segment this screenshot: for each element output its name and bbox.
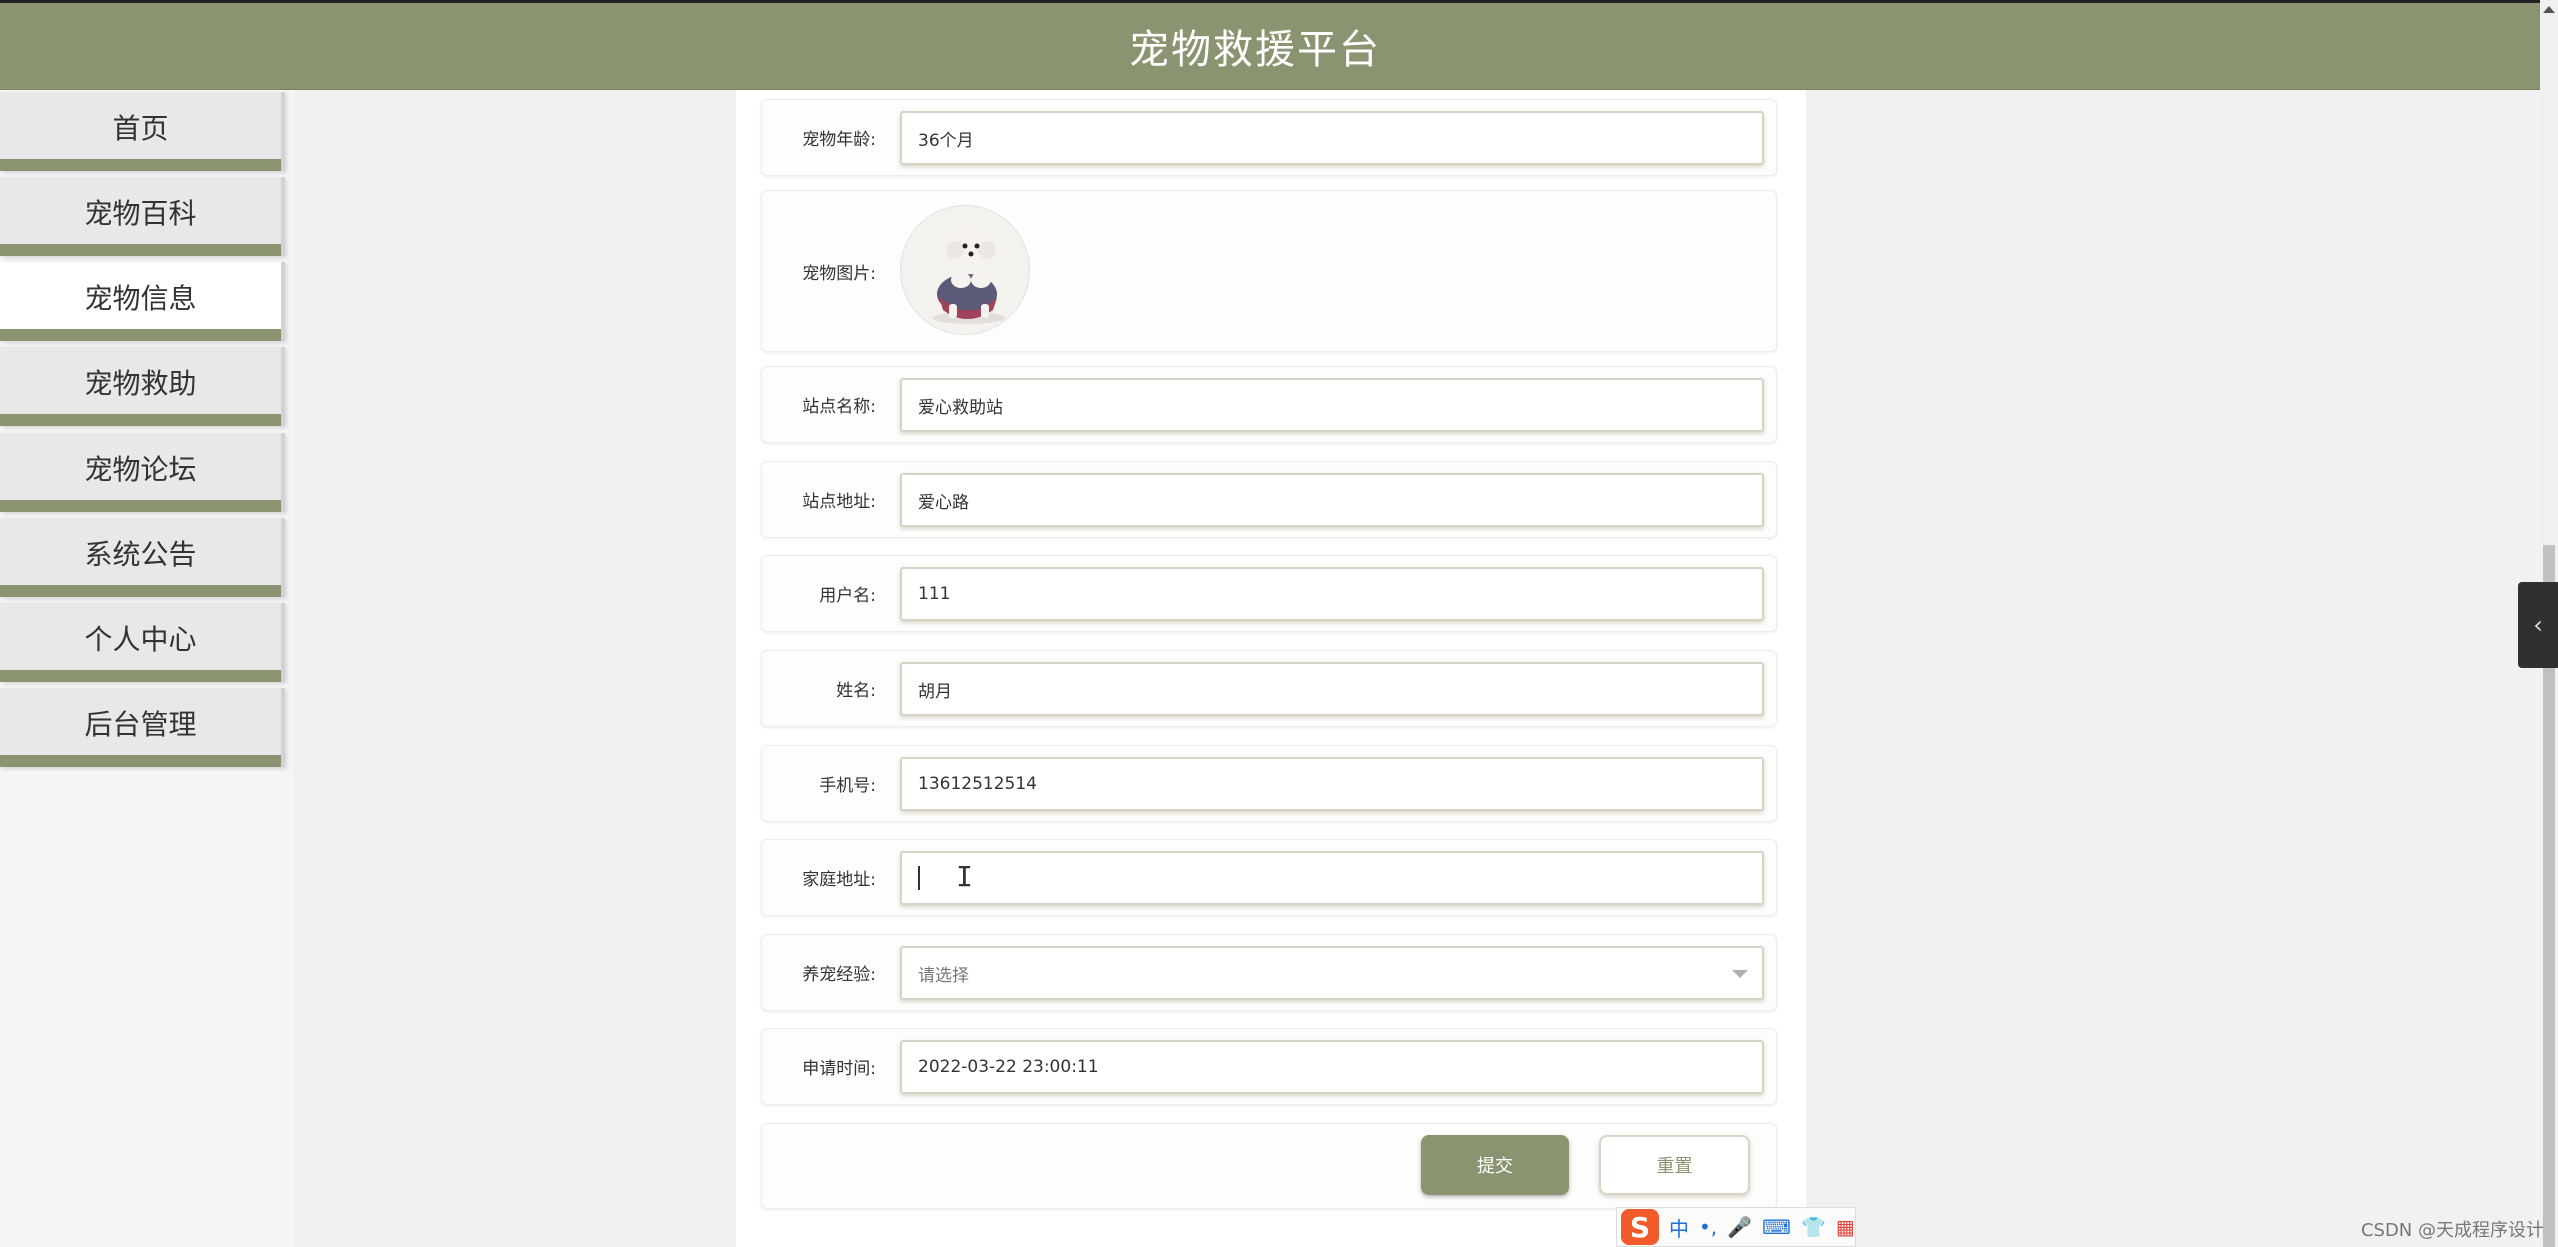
ibeam-cursor-icon: I	[956, 860, 973, 893]
pet-image-thumbnail[interactable]	[900, 205, 1030, 335]
experience-select-placeholder: 请选择	[918, 965, 969, 986]
microphone-icon[interactable]: 🎤	[1727, 1215, 1752, 1239]
submit-button[interactable]: 提交	[1421, 1135, 1569, 1195]
ime-punctuation-icon[interactable]: •,	[1699, 1215, 1717, 1239]
watermark-text: CSDN @天成程序设计	[2360, 1220, 2544, 1241]
sidebar-item-announcements[interactable]: 系统公告	[0, 518, 285, 597]
station-address-label: 站点地址:	[802, 492, 876, 512]
side-panel-toggle[interactable]: ‹	[2518, 582, 2558, 668]
station-name-input[interactable]: 爱心救助站	[900, 378, 1764, 432]
scroll-up-arrow-icon[interactable]	[2543, 6, 2555, 13]
sidebar-item-pet-info[interactable]: 宠物信息	[0, 262, 285, 341]
app-header: 宠物救援平台	[0, 3, 2540, 90]
username-label: 用户名:	[819, 586, 876, 606]
phone-label: 手机号:	[819, 776, 876, 796]
form-row-pet-age: 宠物年龄: 36个月	[761, 99, 1777, 176]
pet-image-label: 宠物图片:	[802, 263, 876, 284]
form-row-experience: 养宠经验: 请选择	[761, 934, 1777, 1011]
form-row-home-address: 家庭地址:	[761, 839, 1777, 916]
chevron-down-icon	[1732, 970, 1748, 978]
form-row-username: 用户名: 111	[761, 555, 1777, 632]
form-row-name: 姓名: 胡月	[761, 650, 1777, 727]
experience-select[interactable]: 请选择	[900, 946, 1764, 1000]
sidebar: 首页 宠物百科 宠物信息 宠物救助 宠物论坛 系统公告 个人中心 后台管理	[0, 90, 294, 1247]
pet-age-input[interactable]: 36个月	[900, 111, 1764, 165]
name-label: 姓名:	[836, 681, 876, 701]
sidebar-item-personal-center[interactable]: 个人中心	[0, 603, 285, 682]
sidebar-item-pet-rescue[interactable]: 宠物救助	[0, 347, 285, 426]
username-input[interactable]: 111	[900, 567, 1764, 621]
sidebar-item-pet-forum[interactable]: 宠物论坛	[0, 433, 285, 512]
apps-grid-icon[interactable]: ▦	[1836, 1215, 1855, 1239]
text-caret	[918, 866, 920, 890]
home-address-label: 家庭地址:	[802, 870, 876, 890]
apply-time-input[interactable]: 2022-03-22 23:00:11	[900, 1040, 1764, 1094]
form-row-phone: 手机号: 13612512514	[761, 745, 1777, 822]
keyboard-icon[interactable]: ⌨	[1762, 1215, 1791, 1239]
sogou-logo-icon[interactable]: S	[1621, 1209, 1659, 1245]
form-row-station-name: 站点名称: 爱心救助站	[761, 366, 1777, 443]
skin-shirt-icon[interactable]: 👕	[1801, 1215, 1826, 1239]
app-title: 宠物救援平台	[1129, 27, 1381, 73]
name-input[interactable]: 胡月	[900, 662, 1764, 716]
form-row-pet-image: 宠物图片:	[761, 190, 1777, 352]
station-address-input[interactable]: 爱心路	[900, 473, 1764, 527]
form-row-apply-time: 申请时间: 2022-03-22 23:00:11	[761, 1028, 1777, 1105]
reset-button[interactable]: 重置	[1599, 1135, 1750, 1195]
ime-language-toggle[interactable]: 中	[1669, 1213, 1689, 1242]
apply-time-label: 申请时间:	[802, 1059, 876, 1079]
ime-toolbar: S 中 •, 🎤 ⌨ 👕 ▦	[1616, 1207, 1856, 1247]
home-address-input[interactable]	[900, 851, 1764, 905]
experience-label: 养宠经验:	[802, 965, 876, 985]
sidebar-item-pet-encyclopedia[interactable]: 宠物百科	[0, 177, 285, 256]
station-name-label: 站点名称:	[802, 397, 876, 417]
phone-input[interactable]: 13612512514	[900, 757, 1764, 811]
sidebar-item-home[interactable]: 首页	[0, 92, 285, 171]
chevron-left-icon: ‹	[2533, 611, 2543, 639]
sidebar-item-admin[interactable]: 后台管理	[0, 688, 285, 767]
pet-age-label: 宠物年龄:	[802, 130, 876, 150]
form-row-station-address: 站点地址: 爱心路	[761, 461, 1777, 538]
